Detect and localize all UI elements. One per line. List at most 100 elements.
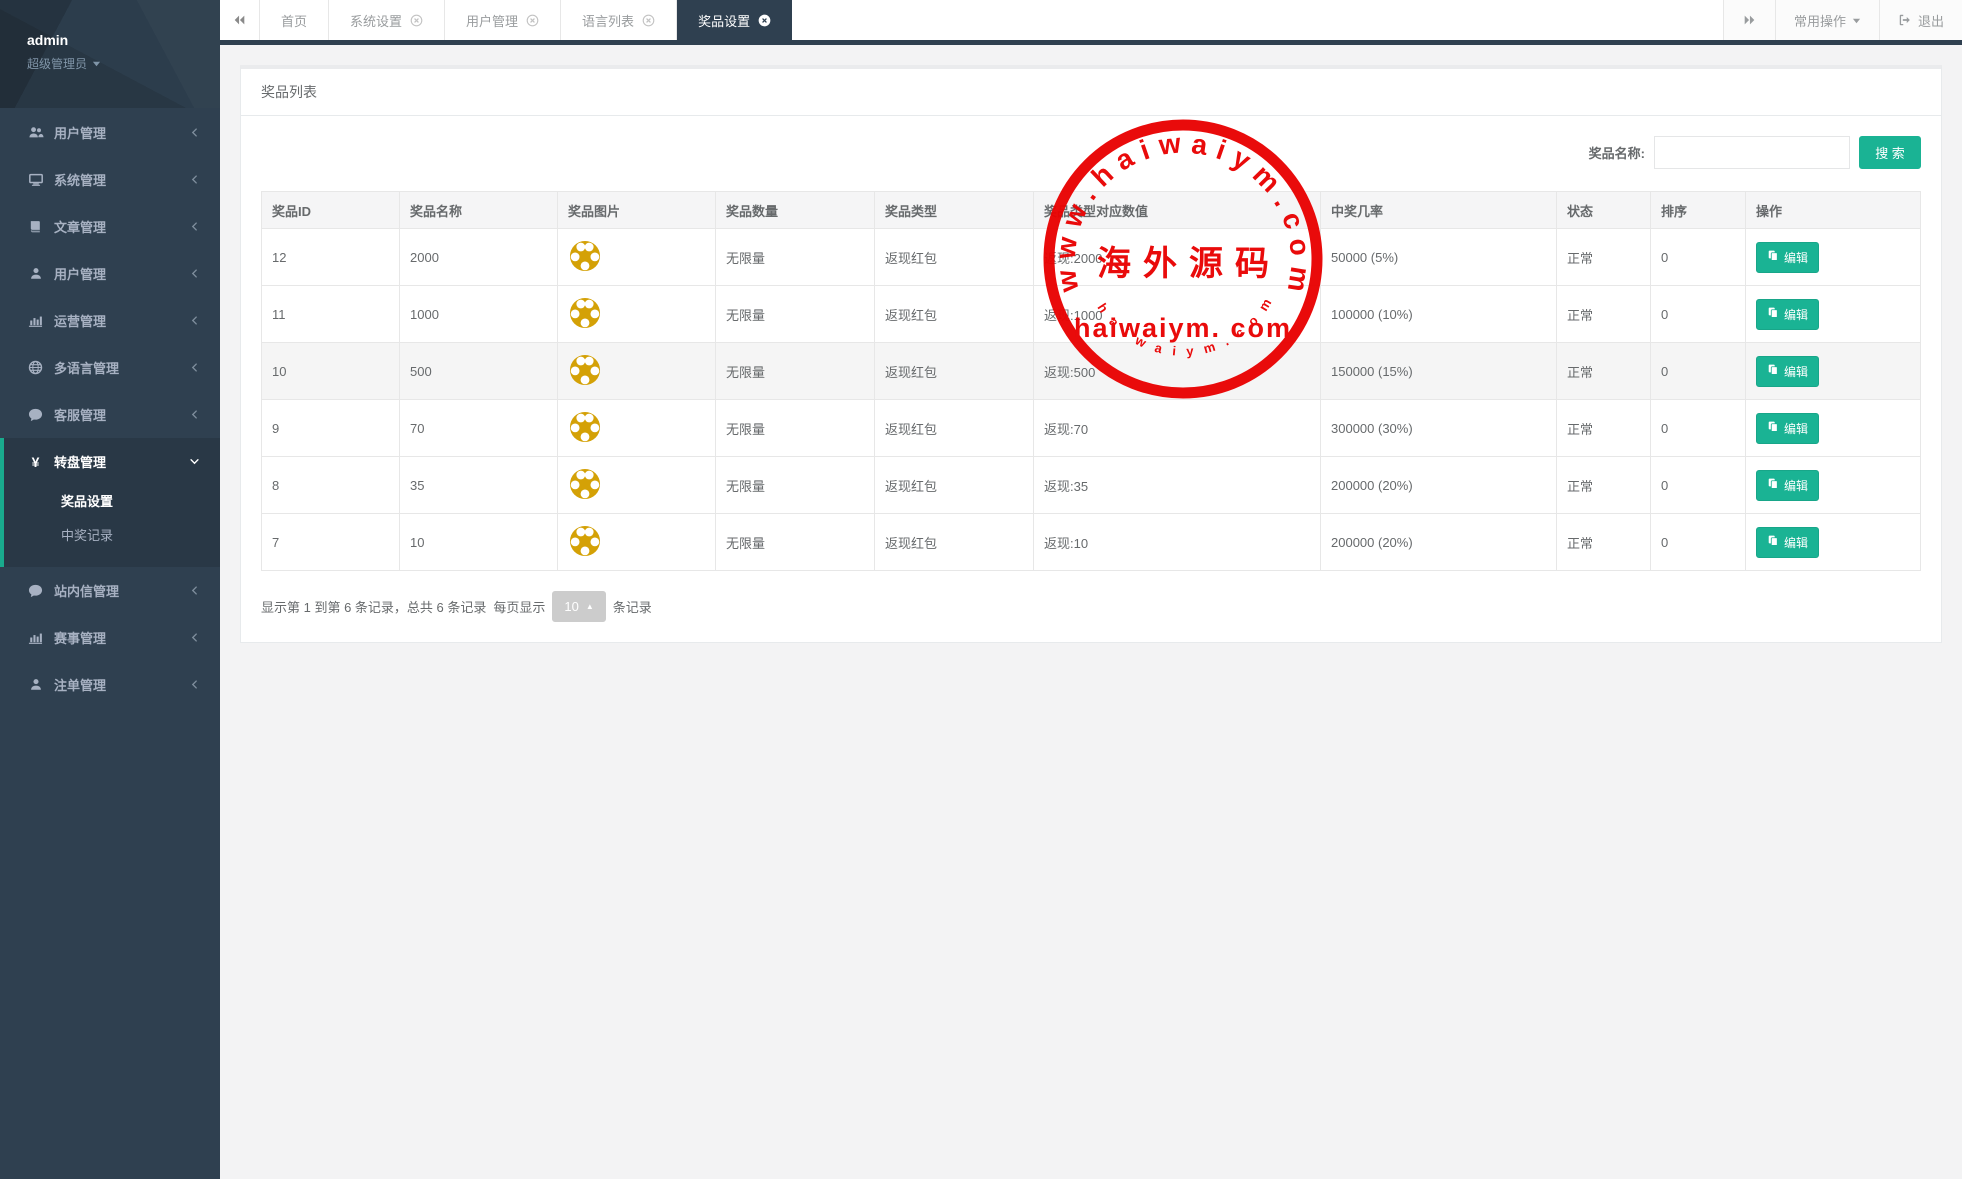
- sidebar-item-label: 站内信管理: [54, 581, 189, 600]
- column-header: 奖品数量: [716, 192, 875, 229]
- tab-4[interactable]: 语言列表: [561, 0, 677, 40]
- cell-sort: 0: [1651, 514, 1746, 571]
- sidebar-item-10[interactable]: 赛事管理: [0, 614, 220, 661]
- user-icon: [27, 677, 44, 692]
- sidebar-item-6[interactable]: 多语言管理: [0, 344, 220, 391]
- cell-status: 正常: [1557, 229, 1651, 286]
- cell-probability: 150000 (15%): [1321, 343, 1557, 400]
- cell-probability: 200000 (20%): [1321, 457, 1557, 514]
- cell-action: 编辑: [1746, 229, 1921, 286]
- sidebar-item-9[interactable]: 站内信管理: [0, 567, 220, 614]
- edit-button[interactable]: 编辑: [1756, 470, 1819, 501]
- sidebar-item-11[interactable]: 注单管理: [0, 661, 220, 708]
- panel-title: 奖品列表: [261, 84, 317, 100]
- table-row: 970无限量返现红包返现:70300000 (30%)正常0编辑: [262, 400, 1921, 457]
- yen-icon: ¥: [27, 455, 44, 469]
- sidebar-item-label: 转盘管理: [54, 452, 189, 471]
- bar-chart-icon: [27, 313, 44, 328]
- chevron-left-icon: [189, 632, 200, 643]
- cell-type: 返现红包: [875, 229, 1034, 286]
- sidebar-item-3[interactable]: 文章管理: [0, 203, 220, 250]
- edit-button-label: 编辑: [1784, 249, 1808, 266]
- search-button[interactable]: 搜 索: [1859, 136, 1921, 169]
- sidebar-item-5[interactable]: 运营管理: [0, 297, 220, 344]
- sidebar-item-label: 注单管理: [54, 675, 189, 694]
- football-icon: [568, 467, 602, 501]
- cell-type_value: 返现:2000: [1034, 229, 1321, 286]
- forward-tabs-button[interactable]: [1723, 0, 1775, 40]
- cell-quantity: 无限量: [716, 457, 875, 514]
- cell-type: 返现红包: [875, 286, 1034, 343]
- cell-name: 2000: [400, 229, 558, 286]
- sidebar-item-8[interactable]: ¥ 转盘管理: [4, 438, 220, 485]
- chevron-left-icon: [189, 585, 200, 596]
- edit-button[interactable]: 编辑: [1756, 242, 1819, 273]
- search-label: 奖品名称:: [1589, 143, 1645, 162]
- chevron-left-icon: [189, 268, 200, 279]
- football-icon: [568, 296, 602, 330]
- sidebar-subitem[interactable]: 中奖记录: [4, 519, 220, 553]
- tab-label: 用户管理: [466, 11, 518, 30]
- cell-type_value: 返现:70: [1034, 400, 1321, 457]
- cell-status: 正常: [1557, 457, 1651, 514]
- cell-sort: 0: [1651, 229, 1746, 286]
- table-row: 710无限量返现红包返现:10200000 (20%)正常0编辑: [262, 514, 1921, 571]
- sidebar-subitem[interactable]: 奖品设置: [4, 485, 220, 519]
- cell-quantity: 无限量: [716, 229, 875, 286]
- edit-button[interactable]: 编辑: [1756, 299, 1819, 330]
- sidebar-nav: 用户管理系统管理文章管理用户管理运营管理多语言管理客服管理¥转盘管理奖品设置中奖…: [0, 108, 220, 708]
- tab-2[interactable]: 系统设置: [329, 0, 445, 40]
- prize-name-input[interactable]: [1654, 136, 1850, 169]
- collapse-tabs-button[interactable]: [220, 0, 260, 40]
- chevron-left-icon: [189, 409, 200, 420]
- cell-sort: 0: [1651, 457, 1746, 514]
- sidebar-item-label: 文章管理: [54, 217, 189, 236]
- user-role-dropdown[interactable]: 超级管理员: [27, 55, 220, 72]
- football-icon: [568, 524, 602, 558]
- content-area: 奖品列表 奖品名称: 搜 索 奖品ID奖品名称奖品图片奖品: [220, 45, 1962, 663]
- table-row: 111000无限量返现红包返现:1000100000 (10%)正常0编辑: [262, 286, 1921, 343]
- panel-body: 奖品名称: 搜 索 奖品ID奖品名称奖品图片奖品数量奖品类型奖品类型对应数值中奖…: [241, 116, 1941, 642]
- cell-name: 35: [400, 457, 558, 514]
- football-icon: [568, 239, 602, 273]
- cell-type: 返现红包: [875, 514, 1034, 571]
- sidebar-item-4[interactable]: 用户管理: [0, 250, 220, 297]
- tab-5[interactable]: 奖品设置: [677, 0, 792, 40]
- sidebar-item-2[interactable]: 系统管理: [0, 156, 220, 203]
- column-header: 状态: [1557, 192, 1651, 229]
- cell-type_value: 返现:35: [1034, 457, 1321, 514]
- users-icon: [27, 125, 44, 140]
- tab-bar: 首页 系统设置 用户管理 语言列表奖品设置 常用操作 退出: [220, 0, 1962, 45]
- common-actions-dropdown[interactable]: 常用操作: [1775, 0, 1879, 40]
- close-tab-icon[interactable]: [758, 14, 771, 27]
- cell-sort: 0: [1651, 286, 1746, 343]
- edit-button-label: 编辑: [1784, 363, 1808, 380]
- globe-icon: [27, 360, 44, 375]
- user-role-label: 超级管理员: [27, 55, 87, 72]
- edit-button[interactable]: 编辑: [1756, 413, 1819, 444]
- copy-icon: [1767, 477, 1779, 493]
- edit-button-label: 编辑: [1784, 306, 1808, 323]
- cell-sort: 0: [1651, 400, 1746, 457]
- edit-button-label: 编辑: [1784, 534, 1808, 551]
- tab-3[interactable]: 用户管理: [445, 0, 561, 40]
- edit-button[interactable]: 编辑: [1756, 527, 1819, 558]
- logout-button[interactable]: 退出: [1879, 0, 1962, 40]
- sidebar-item-7[interactable]: 客服管理: [0, 391, 220, 438]
- edit-button[interactable]: 编辑: [1756, 356, 1819, 387]
- sidebar-item-label: 系统管理: [54, 170, 189, 189]
- cell-status: 正常: [1557, 514, 1651, 571]
- cell-action: 编辑: [1746, 457, 1921, 514]
- page-size-dropdown[interactable]: 10 ▲: [552, 591, 605, 622]
- close-tab-icon[interactable]: [526, 14, 539, 27]
- sidebar-item-1[interactable]: 用户管理: [0, 109, 220, 156]
- close-tab-icon[interactable]: [410, 14, 423, 27]
- cell-id: 9: [262, 400, 400, 457]
- user-name: admin: [27, 32, 220, 48]
- tab-1[interactable]: 首页: [260, 0, 329, 40]
- cell-type: 返现红包: [875, 343, 1034, 400]
- cell-id: 12: [262, 229, 400, 286]
- close-tab-icon[interactable]: [642, 14, 655, 27]
- tab-label: 系统设置: [350, 11, 402, 30]
- pagination-info: 显示第 1 到第 6 条记录，总共 6 条记录: [261, 597, 486, 616]
